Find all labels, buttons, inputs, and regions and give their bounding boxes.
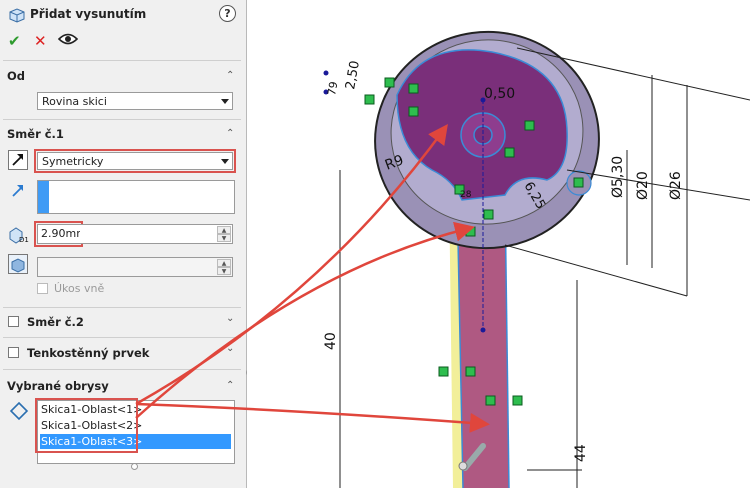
dim-250[interactable]: 2,50: [343, 60, 363, 91]
draft-outward-checkbox: [37, 283, 48, 294]
eye-icon: [57, 33, 79, 45]
reverse-direction-icon[interactable]: [8, 150, 28, 170]
contour-icon: [9, 401, 29, 421]
dim-20[interactable]: Ø20: [635, 171, 651, 200]
from-select-value: Rovina skici: [42, 95, 107, 108]
chevron-up-icon[interactable]: ⌃: [226, 128, 234, 139]
thin-feature-title: Tenkostěnný prvek: [27, 346, 150, 360]
property-manager: Přidat vysunutím ? ✔ ✕ Od ⌃ Rovina skici…: [0, 0, 253, 488]
extrude-icon: [8, 6, 26, 27]
dim-050[interactable]: 0,50: [484, 86, 515, 102]
depth-spinner: ▲ ▼: [80, 224, 233, 244]
dropdown-arrow-icon: [221, 159, 229, 164]
svg-text:D1: D1: [19, 236, 29, 244]
draft-icon[interactable]: [8, 254, 28, 274]
cancel-button[interactable]: ✕: [34, 32, 47, 50]
selection-indicator: [38, 181, 49, 213]
from-section-title: Od: [7, 69, 26, 83]
spin-down-button: ▼: [217, 267, 231, 275]
ok-button[interactable]: ✔: [8, 32, 21, 50]
divider: [3, 307, 241, 308]
draft-angle-input: ▲ ▼: [37, 257, 233, 277]
end-condition-value: Symetricky: [42, 155, 104, 168]
divider: [3, 337, 241, 338]
dim-40[interactable]: 40: [323, 332, 339, 350]
draft-outward-label: Úkos vně: [54, 282, 105, 295]
depth-input[interactable]: 2.90mm: [34, 221, 87, 247]
help-icon[interactable]: ?: [219, 5, 236, 22]
divider: [3, 369, 241, 370]
direction-vector-field[interactable]: [37, 180, 235, 214]
page-title: Přidat vysunutím: [30, 7, 147, 21]
spin-down-button[interactable]: ▼: [217, 234, 231, 242]
dropdown-arrow-icon: [221, 99, 229, 104]
resize-handle[interactable]: [131, 463, 138, 470]
dim-530[interactable]: Ø5,30: [610, 156, 626, 198]
dim-26[interactable]: Ø26: [668, 171, 684, 200]
dim-44[interactable]: 44: [573, 444, 589, 462]
preview-button[interactable]: [57, 32, 79, 50]
direction2-checkbox[interactable]: [8, 316, 19, 327]
contours-highlight: [35, 398, 138, 453]
depth-icon: D1: [7, 224, 29, 244]
chevron-down-icon[interactable]: ⌄: [226, 313, 234, 324]
title-row: Přidat vysunutím ?: [0, 0, 246, 28]
model-view: 2,50 79 0,50 R9 28 6,25 Ø5,30 Ø20 Ø26 40…: [323, 30, 750, 488]
end-condition-select[interactable]: Symetricky: [34, 149, 236, 173]
direction1-section-title: Směr č.1: [7, 127, 64, 141]
chevron-up-icon[interactable]: ⌃: [226, 70, 234, 81]
from-select[interactable]: Rovina skici: [37, 92, 233, 110]
dim-79[interactable]: 79: [325, 80, 340, 96]
thin-feature-checkbox[interactable]: [8, 347, 19, 358]
graphics-area[interactable]: 2,50 79 0,50 R9 28 6,25 Ø5,30 Ø20 Ø26 40…: [247, 0, 750, 488]
direction2-section-title: Směr č.2: [27, 315, 84, 329]
spin-up-button[interactable]: ▲: [217, 226, 231, 234]
chevron-up-icon[interactable]: ⌃: [226, 380, 234, 391]
dim-28: 28: [460, 190, 472, 200]
selected-contours-title: Vybrané obrysy: [7, 379, 109, 393]
divider: [3, 60, 241, 61]
spin-up-button: ▲: [217, 259, 231, 267]
chevron-down-icon[interactable]: ⌄: [226, 343, 234, 354]
direction-arrow-icon: [10, 183, 30, 203]
divider: [3, 119, 241, 120]
